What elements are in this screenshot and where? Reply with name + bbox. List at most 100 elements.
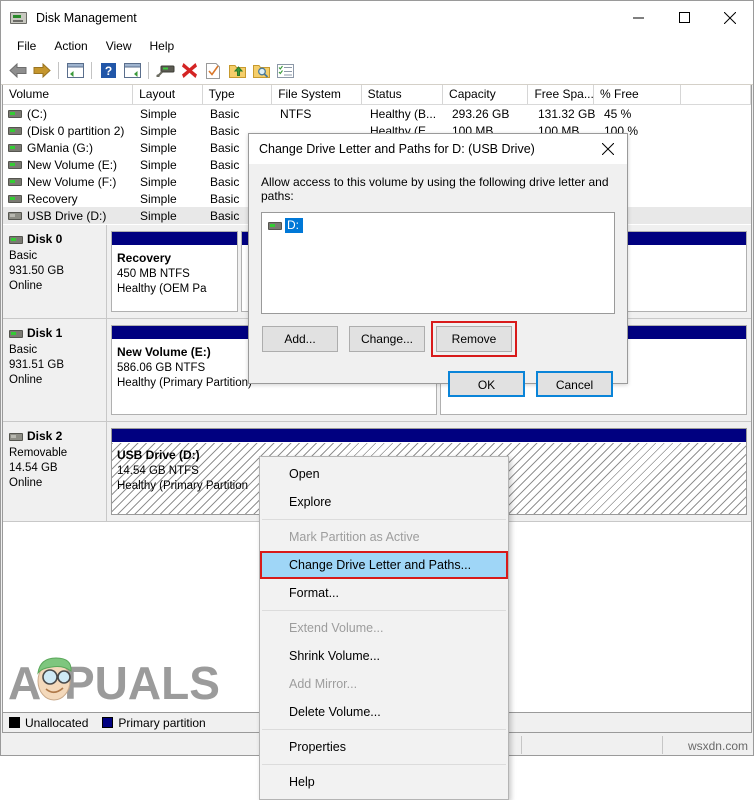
column-header-volume[interactable]: Volume	[3, 85, 134, 104]
column-header-layout[interactable]: Layout	[133, 85, 203, 104]
menu-file[interactable]: File	[8, 37, 45, 55]
help-blue-icon[interactable]: ?	[96, 59, 120, 82]
context-menu-item[interactable]: Explore	[260, 488, 508, 516]
dialog-title-bar: Change Drive Letter and Paths for D: (US…	[249, 134, 627, 164]
partition-status: Healthy (Primary Partition	[117, 480, 249, 492]
column-header-free[interactable]: % Free	[594, 85, 682, 104]
column-header-capacity[interactable]: Capacity	[443, 85, 529, 104]
disk-kind-label: Basic	[9, 344, 38, 356]
menu-view[interactable]: View	[97, 37, 141, 55]
context-menu-separator	[262, 519, 506, 520]
cancel-button[interactable]: Cancel	[536, 371, 613, 397]
back-arrow-icon[interactable]	[6, 59, 30, 82]
volume-name-label: Recovery	[27, 191, 78, 206]
context-menu-item: Extend Volume...	[289, 621, 384, 635]
partition-label: USB Drive (D:)	[117, 448, 200, 462]
dialog-close-button[interactable]	[589, 135, 627, 164]
volume-row[interactable]: (C:) Simple Basic NTFS Healthy (B... 293.26 G…	[3, 105, 751, 122]
check-disk-icon[interactable]	[201, 59, 225, 82]
partition-size: 586.06 GB NTFS	[117, 362, 206, 374]
drive-icon	[9, 329, 23, 338]
volume-name-label: (Disk 0 partition 2)	[27, 123, 125, 138]
legend-item: Primary partition	[102, 716, 206, 730]
disk-kind-label: Removable	[9, 447, 68, 459]
context-menu-item[interactable]: Open	[260, 460, 508, 488]
context-menu-item[interactable]: Shrink Volume...	[260, 642, 508, 670]
title-bar: Disk Management	[1, 1, 753, 34]
volume-name-cell: (Disk 0 partition 2)	[3, 124, 134, 138]
partition-color-bar	[112, 232, 238, 246]
disk-info-panel[interactable]: Disk 2 Removable 14.54 GB Online	[3, 422, 107, 521]
context-menu-item[interactable]: Delete Volume...	[260, 698, 508, 726]
toolbar-separator	[58, 62, 59, 79]
column-header-blank[interactable]	[681, 85, 751, 104]
context-menu-item[interactable]: Properties	[260, 733, 508, 761]
maximize-button[interactable]	[661, 2, 707, 34]
delete-red-x-icon[interactable]	[177, 59, 201, 82]
context-menu-item: Add Mirror...	[289, 677, 358, 691]
legend-item: Unallocated	[9, 716, 88, 730]
change-button[interactable]: Change...	[349, 326, 425, 352]
close-button[interactable]	[707, 2, 753, 34]
layout-cell: Simple	[140, 157, 177, 172]
disk-size-label: 931.50 GB	[9, 265, 64, 277]
partition-status: Healthy (Primary Partition)	[117, 377, 252, 389]
layout-cell: Simple	[140, 106, 177, 121]
context-menu-item[interactable]: Change Drive Letter and Paths...	[260, 551, 508, 579]
minimize-button[interactable]	[615, 2, 661, 34]
column-header-file-system[interactable]: File System	[272, 85, 362, 104]
context-menu-item[interactable]: Format...	[260, 579, 508, 607]
partition-size: 14.54 GB NTFS	[117, 465, 199, 477]
disk-info-panel[interactable]: Disk 1 Basic 931.51 GB Online	[3, 319, 107, 421]
partition-context-menu[interactable]: Open Explore Mark Partition as Active Chang…	[259, 456, 509, 800]
context-menu-item[interactable]: Help	[260, 768, 508, 796]
drive-icon	[8, 194, 22, 203]
list-view-icon[interactable]	[63, 59, 87, 82]
folder-search-icon[interactable]	[249, 59, 273, 82]
disk-info-panel[interactable]: Disk 0 Basic 931.50 GB Online	[3, 225, 107, 318]
folder-up-icon[interactable]	[225, 59, 249, 82]
dialog-title: Change Drive Letter and Paths for D: (US…	[259, 142, 535, 156]
disk-title: Disk 1	[9, 326, 106, 341]
column-header-status[interactable]: Status	[361, 85, 444, 104]
column-header-type[interactable]: Type	[202, 85, 273, 104]
volume-name-label: (C:)	[27, 106, 47, 121]
drive-paths-listbox[interactable]: D:	[261, 212, 615, 314]
remove-button[interactable]: Remove	[436, 326, 512, 352]
volume-name-cell: New Volume (F:)	[3, 175, 134, 189]
drive-icon	[8, 177, 22, 186]
disk-size-label: 931.51 GB	[9, 359, 64, 371]
window-title: Disk Management	[36, 10, 137, 25]
drive-path-entry[interactable]: D:	[268, 218, 303, 233]
drive-icon	[9, 235, 23, 244]
dialog-prompt: Allow access to this volume by using the…	[261, 175, 609, 203]
disk-state-label: Online	[9, 477, 43, 489]
disk-name-label: Disk 1	[27, 326, 63, 340]
menu-help[interactable]: Help	[141, 37, 184, 55]
context-menu-item: Mark Partition as Active	[289, 530, 420, 544]
svg-text:?: ?	[104, 64, 111, 78]
menu-action[interactable]: Action	[45, 37, 96, 55]
ok-button[interactable]: OK	[448, 371, 525, 397]
volume-name-label: GMania (G:)	[27, 140, 94, 155]
dialog-confirm-buttons: OK Cancel	[261, 371, 615, 397]
properties-icon[interactable]	[120, 59, 144, 82]
remove-button-highlight: Remove	[431, 321, 517, 357]
partition-label: New Volume (E:)	[117, 345, 211, 359]
forward-arrow-icon[interactable]	[30, 59, 54, 82]
partition-cell[interactable]: Recovery 450 MB NTFS Healthy (OEM Pa	[111, 231, 239, 312]
capacity-cell: 293.26 GB	[452, 106, 510, 121]
disk-size-label: 14.54 GB	[9, 462, 58, 474]
disk-kind-label: Basic	[9, 250, 38, 262]
column-header-free-spa[interactable]: Free Spa...	[528, 85, 595, 104]
add-button[interactable]: Add...	[262, 326, 338, 352]
legend-swatch	[102, 717, 114, 728]
menu-bar: File Action View Help	[1, 34, 753, 57]
change-drive-letter-dialog: Change Drive Letter and Paths for D: (US…	[248, 133, 628, 397]
volume-name-cell: GMania (G:)	[3, 141, 134, 155]
details-icon[interactable]	[273, 59, 297, 82]
layout-cell: Simple	[140, 140, 177, 155]
disk-state-label: Online	[9, 280, 43, 292]
rescan-disks-icon[interactable]	[153, 59, 177, 82]
dialog-action-buttons: Add... Change... Remove	[261, 321, 615, 357]
